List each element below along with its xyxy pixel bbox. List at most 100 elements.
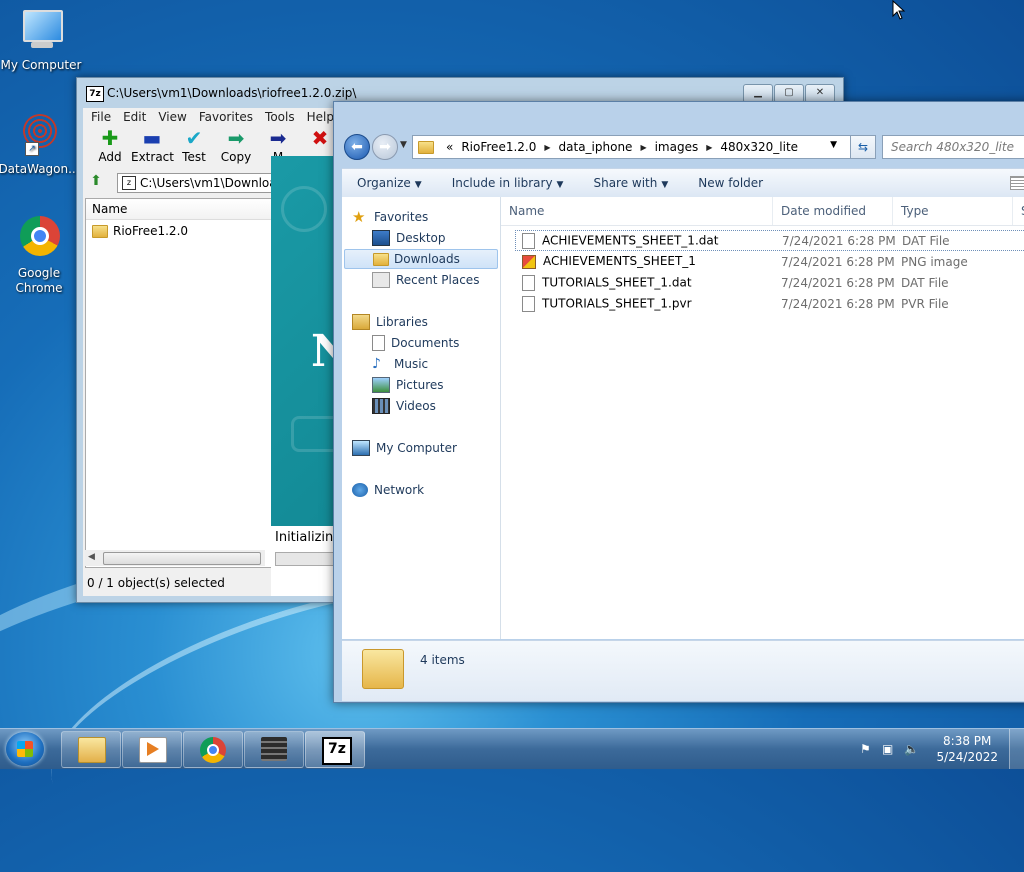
file-icon xyxy=(522,295,535,312)
up-folder-icon[interactable]: ⬆ xyxy=(85,173,107,193)
explorer-navbar: ⬅ ➡ ▼ « RioFree1.2.0 ▶ data_iphone ▶ ima… xyxy=(334,132,1024,164)
downloads-folder-icon xyxy=(373,252,389,266)
menu-view[interactable]: View xyxy=(152,108,192,126)
show-desktop-button[interactable] xyxy=(1009,729,1024,769)
file-name: ACHIEVEMENTS_SHEET_1 xyxy=(543,254,696,269)
view-options-icon[interactable] xyxy=(1010,176,1024,190)
column-headers: Name Date modified Type S xyxy=(501,197,1024,226)
file-row[interactable]: TUTORIALS_SHEET_1.pvr 7/24/2021 6:28 PM … xyxy=(515,293,1024,314)
desktop-icon-google-chrome[interactable]: Google Chrome xyxy=(0,216,80,296)
column-header-date-modified[interactable]: Date modified xyxy=(773,197,893,225)
network-icon xyxy=(352,483,368,497)
menu-tools[interactable]: Tools xyxy=(259,108,301,126)
nav-documents[interactable]: Documents xyxy=(372,333,459,353)
forward-button[interactable]: ➡ xyxy=(372,134,398,160)
library-icon xyxy=(352,314,370,330)
taskbar-7zip[interactable]: 7z xyxy=(305,731,365,768)
breadcrumb-overflow[interactable]: « xyxy=(446,140,453,154)
scroll-left-icon[interactable]: ◀ xyxy=(88,552,95,562)
desktop-icon xyxy=(372,230,390,246)
taskbar-network-app[interactable] xyxy=(244,731,304,768)
file-date: 7/24/2021 6:28 PM xyxy=(781,254,895,269)
desktop-icon-datawagon[interactable]: ↗ DataWagon... xyxy=(0,112,80,177)
nav-pictures[interactable]: Pictures xyxy=(372,375,444,395)
nav-network[interactable]: Network xyxy=(352,480,424,500)
new-folder-button[interactable]: New folder xyxy=(683,176,778,190)
file-row[interactable]: TUTORIALS_SHEET_1.dat 7/24/2021 6:28 PM … xyxy=(515,272,1024,293)
column-header-name[interactable]: Name xyxy=(501,197,773,225)
mouse-cursor-icon xyxy=(892,0,906,20)
nav-libraries[interactable]: Libraries xyxy=(352,312,428,332)
column-header-size[interactable]: S xyxy=(1013,197,1024,225)
breadcrumb[interactable]: « RioFree1.2.0 ▶ data_iphone ▶ images ▶ … xyxy=(412,135,852,159)
clock[interactable]: 8:38 PM 5/24/2022 xyxy=(936,733,998,765)
navigation-pane[interactable]: ★ Favorites Desktop Downloads Recent Pla… xyxy=(342,197,501,639)
recent-pages-dropdown[interactable]: ▼ xyxy=(400,140,407,150)
nav-desktop[interactable]: Desktop xyxy=(372,228,446,248)
column-header-name[interactable]: Name xyxy=(86,199,274,220)
start-button[interactable] xyxy=(6,732,44,766)
taskbar-chrome[interactable] xyxy=(183,731,243,768)
extract-button[interactable]: ▬ Extract xyxy=(131,126,174,170)
breadcrumb-item[interactable]: data_iphone xyxy=(559,140,633,154)
file-name: TUTORIALS_SHEET_1.dat xyxy=(542,275,692,289)
nav-recent-places[interactable]: Recent Places xyxy=(372,270,479,290)
desktop-icon-label: Google Chrome xyxy=(15,266,63,295)
folder-icon xyxy=(92,224,108,238)
share-with-button[interactable]: Share with ▼ xyxy=(578,176,683,190)
sevenzip-status: 0 / 1 object(s) selected xyxy=(87,576,225,590)
copy-button[interactable]: ➡ Copy xyxy=(215,126,257,170)
file-name: TUTORIALS_SHEET_1.pvr xyxy=(542,296,692,310)
add-button[interactable]: ✚ Add xyxy=(89,126,131,170)
zip-icon: z xyxy=(122,176,136,190)
scrollbar-thumb[interactable] xyxy=(103,552,261,565)
nav-my-computer[interactable]: My Computer xyxy=(352,438,457,458)
breadcrumb-separator-icon[interactable]: ▶ xyxy=(544,143,550,152)
action-center-flag-icon[interactable]: ⚑ xyxy=(860,742,874,756)
breadcrumb-item[interactable]: 480x320_lite xyxy=(720,140,798,154)
file-row[interactable]: ACHIEVEMENTS_SHEET_1.dat 7/24/2021 6:28 … xyxy=(515,230,1024,251)
chevron-down-icon[interactable]: ▼ xyxy=(830,140,837,150)
nav-favorites[interactable]: ★ Favorites xyxy=(352,207,428,227)
desktop-icon-my-computer[interactable]: My Computer xyxy=(0,8,82,73)
plus-icon: ✚ xyxy=(101,126,119,150)
list-item[interactable]: RioFree1.2.0 xyxy=(86,222,274,240)
breadcrumb-separator-icon[interactable]: ▶ xyxy=(640,143,646,152)
chrome-icon xyxy=(15,216,63,264)
column-header-type[interactable]: Type xyxy=(893,197,1013,225)
back-button[interactable]: ⬅ xyxy=(344,134,370,160)
menu-favorites[interactable]: Favorites xyxy=(193,108,259,126)
breadcrumb-item[interactable]: images xyxy=(655,140,699,154)
explorer-window[interactable]: ⬅ ➡ ▼ « RioFree1.2.0 ▶ data_iphone ▶ ima… xyxy=(333,101,1024,703)
nav-videos[interactable]: Videos xyxy=(372,396,436,416)
file-row[interactable]: ACHIEVEMENTS_SHEET_1 7/24/2021 6:28 PM P… xyxy=(515,251,1024,272)
file-type: PVR File xyxy=(901,296,949,311)
nav-downloads[interactable]: Downloads xyxy=(344,249,498,269)
nav-music[interactable]: ♪ Music xyxy=(372,354,428,374)
taskbar-media-player[interactable] xyxy=(122,731,182,768)
horizontal-scrollbar[interactable]: ◀ xyxy=(85,550,265,566)
file-list[interactable]: Name Date modified Type S ACHIEVEMENTS_S… xyxy=(501,197,1024,639)
volume-icon[interactable]: 🔈 xyxy=(904,742,919,756)
sevenzip-file-list[interactable]: Name RioFree1.2.0 xyxy=(85,198,275,568)
taskbar-explorer[interactable] xyxy=(61,731,121,768)
menu-edit[interactable]: Edit xyxy=(117,108,152,126)
organize-button[interactable]: Organize ▼ xyxy=(342,176,437,190)
taskbar: 7z ⚑ ▣ 🔈 8:38 PM 5/24/2022 xyxy=(0,728,1024,769)
refresh-button[interactable]: ⇆ xyxy=(850,135,876,159)
search-input[interactable]: Search 480x320_lite xyxy=(882,135,1024,159)
test-button[interactable]: ✔ Test xyxy=(173,126,215,170)
sevenzip-icon: 7z xyxy=(322,737,352,765)
menu-file[interactable]: File xyxy=(85,108,117,126)
server-icon xyxy=(261,737,287,761)
chevron-down-icon: ▼ xyxy=(414,180,422,190)
include-in-library-button[interactable]: Include in library ▼ xyxy=(437,176,579,190)
file-date: 7/24/2021 6:28 PM xyxy=(782,233,896,248)
breadcrumb-separator-icon[interactable]: ▶ xyxy=(706,143,712,152)
network-status-icon[interactable]: ▣ xyxy=(882,742,896,756)
system-tray: ⚑ ▣ 🔈 8:38 PM 5/24/2022 xyxy=(856,729,1024,769)
sevenzip-app-icon: 7z xyxy=(86,86,104,102)
breadcrumb-item[interactable]: RioFree1.2.0 xyxy=(461,140,536,154)
arrow-right-icon: ➡ xyxy=(227,126,245,150)
clock-time: 8:38 PM xyxy=(943,734,992,748)
